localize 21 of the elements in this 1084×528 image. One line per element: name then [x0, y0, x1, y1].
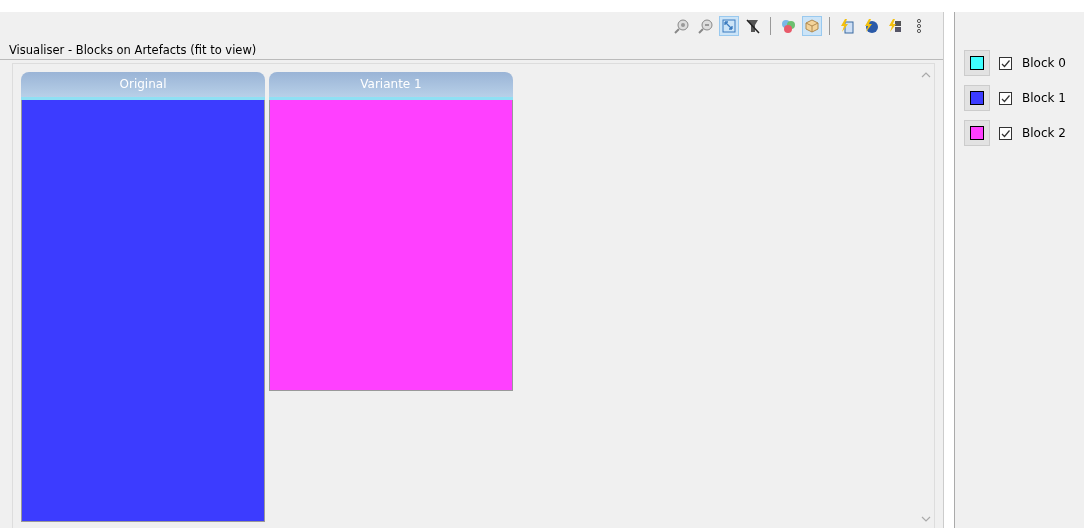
bolt-document-icon: [839, 18, 855, 34]
checkbox[interactable]: [999, 56, 1012, 70]
view-title: Visualiser - Blocks on Artefacts (fit to view): [0, 40, 943, 60]
block-label: Block 1: [1022, 91, 1066, 105]
fit-view-icon: [721, 18, 737, 34]
checkbox[interactable]: [999, 91, 1012, 105]
artefact-header: Original: [21, 72, 265, 100]
cube-icon: [804, 18, 820, 34]
magnifier-icon: [673, 18, 689, 34]
bolt-grid-icon: [887, 18, 903, 34]
block-label: Block 0: [1022, 56, 1066, 70]
block-label: Block 2: [1022, 126, 1066, 140]
bolt-globe-icon: [863, 18, 879, 34]
filter-icon: [745, 18, 761, 34]
color-swatch-button[interactable]: [964, 85, 990, 111]
artefact-header: Variante 1: [269, 72, 513, 100]
color-swatch-button[interactable]: [964, 50, 990, 76]
color-cubes-icon: [780, 18, 796, 34]
color-swatch-button[interactable]: [964, 120, 990, 146]
magnifier-icon: [697, 18, 713, 34]
checkbox[interactable]: [999, 126, 1012, 140]
